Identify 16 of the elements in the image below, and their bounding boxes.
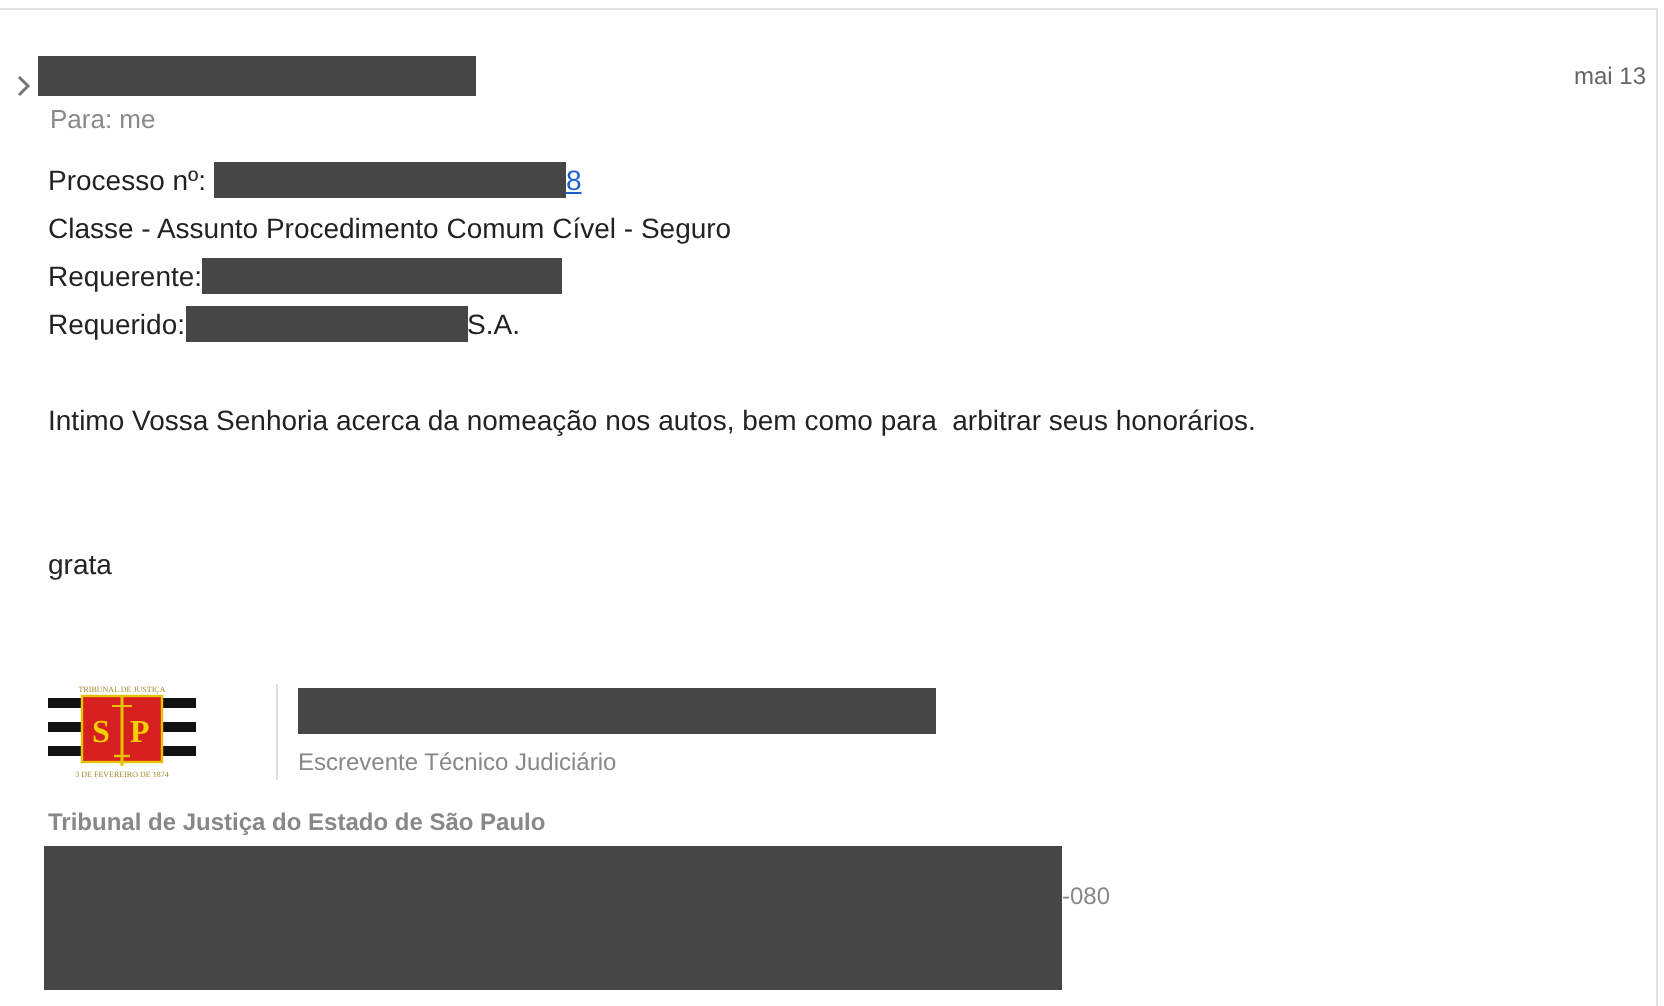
field-text: Requerente: xyxy=(48,260,203,292)
field-text: Requerido: xyxy=(48,308,185,340)
message-date: mai 13 xyxy=(1573,62,1646,90)
contact-text: -080 xyxy=(1062,882,1111,910)
process-link[interactable]: 8 xyxy=(565,164,582,196)
field-text: Processo nº: xyxy=(48,164,209,196)
message-paragraph: Intimo Vossa Senhoria acerca da nomeação nos autos, bem como para arbitrar seus honorários. xyxy=(48,402,1258,440)
logo-letter: S xyxy=(92,716,110,750)
field-text: Classe - Assunto Procedimento Comum Cível - Seguro xyxy=(48,212,732,244)
chevron-icon[interactable] xyxy=(16,74,32,98)
job-title: Escrevente Técnico Judiciário xyxy=(298,747,619,775)
field-text: S.A. xyxy=(467,308,520,340)
organization-name: Tribunal de Justiça do Estado de São Paulo xyxy=(46,808,548,836)
message-paragraph: grata xyxy=(48,546,114,584)
logo-letter: P xyxy=(130,716,150,750)
recipient-line: Para: me xyxy=(48,104,158,134)
